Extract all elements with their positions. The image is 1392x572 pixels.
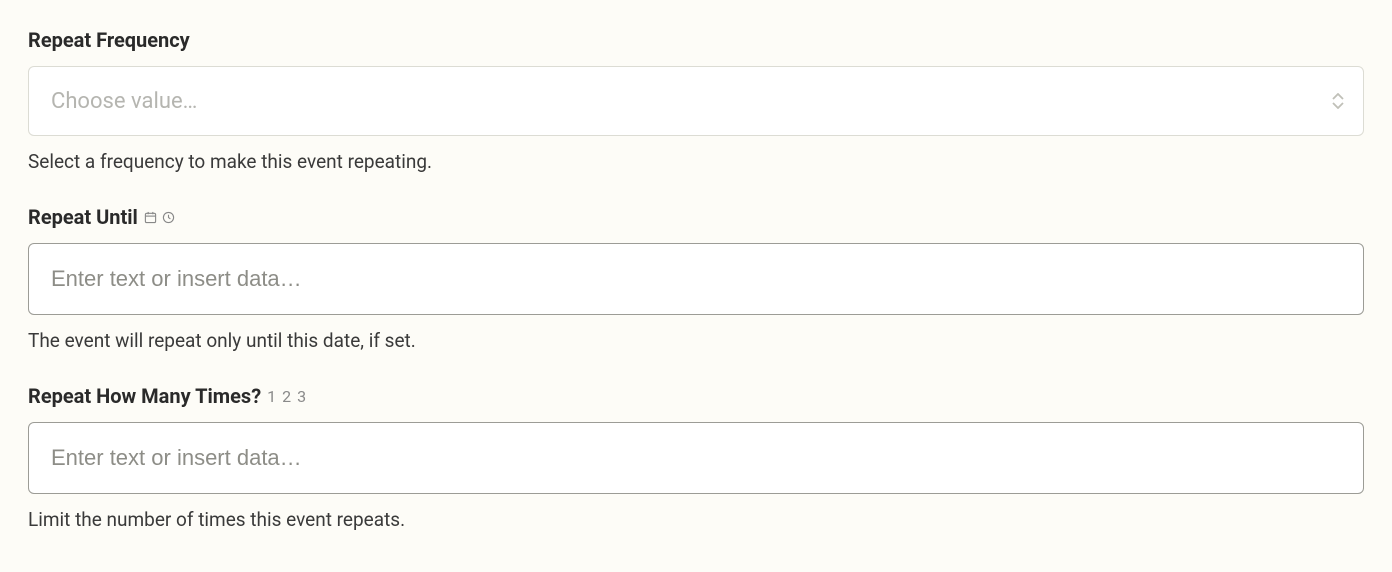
select-chevrons-icon	[1332, 93, 1344, 109]
repeat-times-hint: 1 2 3	[267, 387, 307, 406]
repeat-until-help: The event will repeat only until this da…	[28, 329, 1364, 352]
repeat-times-help: Limit the number of times this event rep…	[28, 508, 1364, 531]
repeat-frequency-help: Select a frequency to make this event re…	[28, 150, 1364, 173]
repeat-frequency-group: Repeat Frequency Choose value… Select a …	[28, 28, 1364, 173]
repeat-times-label: Repeat How Many Times? 1 2 3	[28, 384, 1364, 408]
repeat-until-label: Repeat Until	[28, 205, 1364, 229]
repeat-times-input[interactable]	[28, 422, 1364, 494]
repeat-frequency-select[interactable]: Choose value…	[28, 66, 1364, 136]
repeat-frequency-label: Repeat Frequency	[28, 28, 1364, 52]
repeat-frequency-placeholder: Choose value…	[51, 89, 197, 114]
repeat-until-label-text: Repeat Until	[28, 205, 138, 229]
repeat-frequency-select-wrapper: Choose value…	[28, 66, 1364, 136]
repeat-until-icons	[144, 210, 176, 224]
repeat-times-label-text: Repeat How Many Times?	[28, 384, 261, 408]
calendar-icon	[144, 210, 158, 224]
clock-icon	[162, 210, 176, 224]
repeat-until-group: Repeat Until The event will repeat only …	[28, 205, 1364, 352]
repeat-until-input[interactable]	[28, 243, 1364, 315]
repeat-frequency-label-text: Repeat Frequency	[28, 28, 190, 52]
repeat-times-group: Repeat How Many Times? 1 2 3 Limit the n…	[28, 384, 1364, 531]
